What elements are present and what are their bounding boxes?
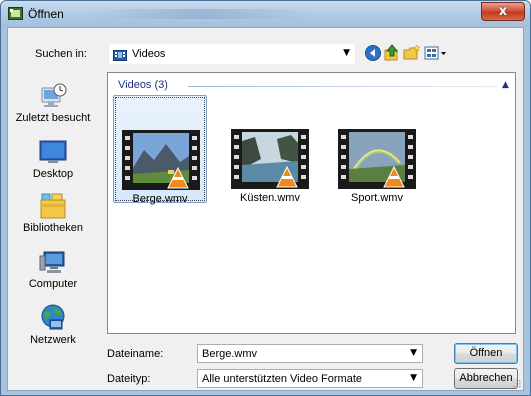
recent-places-icon [41,83,67,107]
close-button[interactable]: x [481,2,525,21]
place-computer[interactable]: Computer [8,248,98,290]
computer-icon [39,251,65,273]
network-icon [41,304,65,330]
file-tile-berge[interactable]: Berge.wmv [113,95,207,205]
file-tile-kuesten[interactable]: Küsten.wmv [223,95,317,204]
title-blur [91,9,311,19]
window-title: Öffnen [28,7,64,21]
new-folder-icon[interactable] [403,44,421,62]
filetype-value: Alle unterstützten Video Formate [202,373,362,385]
place-network-label: Netzwerk [30,334,76,346]
chevron-down-icon[interactable]: ▼ [410,373,417,383]
open-dialog: Öffnen x Suchen in: Videos ▼ Zuletzt bes… [0,0,531,396]
desktop-icon [39,140,67,163]
place-computer-label: Computer [28,278,78,290]
dialog-client: Suchen in: Videos ▼ Zuletzt besucht Desk… [7,27,524,391]
group-header[interactable]: Videos (3) [118,79,168,91]
title-bar[interactable]: Öffnen x [1,1,530,27]
filename-label: Dateiname: [107,348,164,360]
collapse-icon[interactable]: ▲ [502,80,509,90]
place-desktop[interactable]: Desktop [8,138,98,180]
file-tile-sport[interactable]: Sport.wmv [330,95,424,204]
filetype-label: Dateityp: [107,373,151,385]
open-button[interactable]: Öffnen [454,343,518,364]
places-bar: Zuletzt besucht Desktop Bibliotheken Com… [8,72,98,378]
videos-folder-icon [113,50,127,61]
resize-grip-icon[interactable] [511,378,521,388]
libraries-icon [40,193,66,219]
filename-combo[interactable]: Berge.wmv ▼ [197,344,423,363]
file-list[interactable]: Videos (3) ▲ Berge.wmv Küsten.wmv Sport.… [107,72,516,334]
lookin-combo[interactable]: Videos ▼ [108,43,356,65]
filetype-select[interactable]: Alle unterstützten Video Formate ▼ [197,369,423,388]
file-name: Küsten.wmv [240,192,300,204]
views-menu-icon[interactable] [424,44,448,62]
place-libraries[interactable]: Bibliotheken [8,192,98,234]
video-thumbnail-coast [231,129,309,189]
filename-value: Berge.wmv [202,348,258,360]
up-folder-icon[interactable] [383,44,401,62]
place-recent-label: Zuletzt besucht [15,112,91,124]
file-name: Berge.wmv [132,193,188,205]
back-icon[interactable] [364,44,382,62]
place-libraries-label: Bibliotheken [23,222,83,234]
close-icon: x [498,4,508,19]
group-divider [188,86,498,87]
lookin-label: Suchen in: [35,48,87,60]
video-thumbnail-sport [338,129,416,189]
place-recent[interactable]: Zuletzt besucht [8,82,98,124]
file-name: Sport.wmv [351,192,403,204]
video-thumbnail-mountains [122,130,200,190]
app-icon [8,7,23,20]
chevron-down-icon[interactable]: ▼ [410,348,417,358]
place-desktop-label: Desktop [32,168,74,180]
place-network[interactable]: Netzwerk [8,304,98,346]
chevron-down-icon[interactable]: ▼ [343,48,350,58]
cancel-button[interactable]: Abbrechen [454,368,518,389]
lookin-value: Videos [132,48,166,60]
